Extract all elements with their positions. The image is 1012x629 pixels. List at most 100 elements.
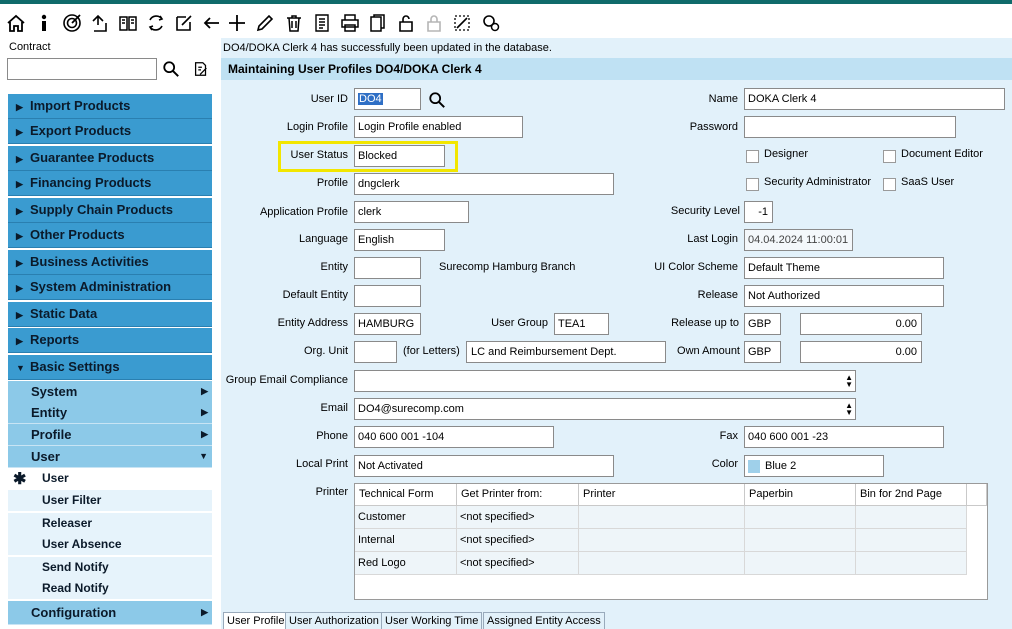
menu-supply-chain-products[interactable]: ▶ Supply Chain Products bbox=[8, 198, 212, 223]
phone-field[interactable]: 040 600 001 -104 bbox=[354, 426, 554, 448]
user-id-field[interactable]: DO4 bbox=[354, 88, 421, 110]
scroll-arrows-icon[interactable]: ▲ ▼ bbox=[845, 402, 853, 417]
saas-user-checkbox[interactable] bbox=[883, 178, 896, 191]
home-icon[interactable] bbox=[5, 12, 27, 34]
add-icon[interactable] bbox=[226, 12, 248, 34]
edit-note-icon[interactable] bbox=[173, 12, 195, 34]
leaf-user-absence[interactable]: User Absence bbox=[8, 534, 212, 556]
tab-user-working-time[interactable]: User Working Time bbox=[381, 612, 483, 629]
tab-user-profile[interactable]: User Profile bbox=[223, 612, 289, 629]
table-cell[interactable]: <not specified> bbox=[457, 552, 579, 575]
table-cell[interactable] bbox=[856, 506, 967, 529]
leaf-user-filter[interactable]: User Filter bbox=[8, 490, 212, 512]
column-header[interactable]: Printer bbox=[579, 484, 745, 506]
book-icon[interactable] bbox=[117, 12, 139, 34]
back-icon[interactable] bbox=[201, 12, 223, 34]
release-amount-field[interactable]: 0.00 bbox=[800, 313, 922, 335]
menu-static-data[interactable]: ▶ Static Data bbox=[8, 302, 212, 327]
submenu-entity[interactable]: Entity ▶ bbox=[8, 402, 212, 424]
org-unit-name-field[interactable]: LC and Reimbursement Dept. bbox=[466, 341, 666, 363]
table-cell[interactable]: Internal bbox=[355, 529, 457, 552]
menu-export-products[interactable]: ▶ Export Products bbox=[8, 119, 212, 144]
table-cell[interactable]: <not specified> bbox=[457, 506, 579, 529]
copy-icon[interactable] bbox=[367, 12, 389, 34]
fax-field[interactable]: 040 600 001 -23 bbox=[744, 426, 944, 448]
menu-basic-settings[interactable]: ▼ Basic Settings bbox=[8, 355, 212, 380]
user-status-field[interactable]: Blocked bbox=[354, 145, 445, 167]
info-icon[interactable] bbox=[33, 12, 55, 34]
user-group-field[interactable]: TEA1 bbox=[554, 313, 609, 335]
lock-icon[interactable] bbox=[395, 12, 417, 34]
table-cell[interactable] bbox=[745, 506, 856, 529]
menu-other-products[interactable]: ▶ Other Products bbox=[8, 223, 212, 248]
print-icon[interactable] bbox=[339, 12, 361, 34]
refresh-cycle-icon[interactable] bbox=[145, 12, 167, 34]
form-icon[interactable] bbox=[311, 12, 333, 34]
table-cell[interactable] bbox=[579, 506, 745, 529]
table-cell[interactable] bbox=[579, 529, 745, 552]
leaf-read-notify[interactable]: Read Notify bbox=[8, 578, 212, 600]
search-icon[interactable] bbox=[161, 59, 181, 79]
table-cell[interactable] bbox=[856, 552, 967, 575]
upload-icon[interactable] bbox=[89, 12, 111, 34]
pencil-icon[interactable] bbox=[254, 12, 276, 34]
document-editor-checkbox[interactable] bbox=[883, 150, 896, 163]
group-email-field[interactable]: ▲ ▼ bbox=[354, 370, 856, 392]
app-profile-field[interactable]: clerk bbox=[354, 201, 469, 223]
table-cell[interactable] bbox=[745, 552, 856, 575]
table-cell[interactable] bbox=[856, 529, 967, 552]
entity-address-field[interactable]: HAMBURG bbox=[354, 313, 421, 335]
column-header[interactable]: Bin for 2nd Page bbox=[856, 484, 967, 506]
ui-color-field[interactable]: Default Theme bbox=[744, 257, 944, 279]
table-cell[interactable]: <not specified> bbox=[457, 529, 579, 552]
tab-assigned-entity-access[interactable]: Assigned Entity Access bbox=[483, 612, 605, 629]
release-field[interactable]: Not Authorized bbox=[744, 285, 944, 307]
search-icon[interactable] bbox=[427, 90, 447, 110]
profile-field[interactable]: dngclerk bbox=[354, 173, 614, 195]
name-field[interactable]: DOKA Clerk 4 bbox=[744, 88, 1005, 110]
column-header[interactable]: Technical Form bbox=[355, 484, 457, 506]
submenu-profile[interactable]: Profile ▶ bbox=[8, 424, 212, 446]
own-amount-field[interactable]: 0.00 bbox=[800, 341, 922, 363]
submenu-configuration[interactable]: Configuration ▶ bbox=[8, 601, 212, 625]
menu-financing-products[interactable]: ▶ Financing Products bbox=[8, 171, 212, 196]
menu-system-administration[interactable]: ▶ System Administration bbox=[8, 275, 212, 300]
leaf-user[interactable]: ✱ User bbox=[8, 468, 212, 490]
column-header[interactable]: Paperbin bbox=[745, 484, 856, 506]
edit-list-icon[interactable] bbox=[191, 59, 211, 79]
contract-input[interactable] bbox=[7, 58, 157, 80]
entity-field[interactable] bbox=[354, 257, 421, 279]
security-level-field[interactable]: -1 bbox=[744, 201, 773, 223]
org-unit-field[interactable] bbox=[354, 341, 397, 363]
security-admin-checkbox[interactable] bbox=[746, 178, 759, 191]
email-field[interactable]: DO4@surecomp.com ▲ ▼ bbox=[354, 398, 856, 420]
tab-user-authorization[interactable]: User Authorization bbox=[285, 612, 383, 629]
color-field[interactable]: Blue 2 bbox=[744, 455, 884, 477]
leaf-releaser[interactable]: Releaser bbox=[8, 513, 212, 535]
target-icon[interactable] bbox=[61, 12, 83, 34]
password-field[interactable] bbox=[744, 116, 956, 138]
own-currency-field[interactable]: GBP bbox=[744, 341, 781, 363]
login-profile-field[interactable]: Login Profile enabled bbox=[354, 116, 523, 138]
edit-dotted-icon[interactable] bbox=[451, 12, 473, 34]
menu-guarantee-products[interactable]: ▶ Guarantee Products bbox=[8, 146, 212, 171]
leaf-send-notify[interactable]: Send Notify bbox=[8, 557, 212, 579]
submenu-system[interactable]: System ▶ bbox=[8, 381, 212, 403]
menu-business-activities[interactable]: ▶ Business Activities bbox=[8, 250, 212, 275]
table-cell[interactable] bbox=[579, 552, 745, 575]
trash-icon[interactable] bbox=[283, 12, 305, 34]
menu-import-products[interactable]: ▶ Import Products bbox=[8, 94, 212, 119]
menu-reports[interactable]: ▶ Reports bbox=[8, 328, 212, 353]
release-currency-field[interactable]: GBP bbox=[744, 313, 781, 335]
designer-checkbox[interactable] bbox=[746, 150, 759, 163]
default-entity-field[interactable] bbox=[354, 285, 421, 307]
language-field[interactable]: English bbox=[354, 229, 445, 251]
local-print-field[interactable]: Not Activated bbox=[354, 455, 614, 477]
column-header[interactable]: Get Printer from: bbox=[457, 484, 579, 506]
settings-search-icon[interactable] bbox=[480, 12, 502, 34]
table-cell[interactable]: Red Logo bbox=[355, 552, 457, 575]
submenu-user[interactable]: User ▼ bbox=[8, 446, 212, 468]
table-cell[interactable] bbox=[745, 529, 856, 552]
scroll-arrows-icon[interactable]: ▲ ▼ bbox=[845, 374, 853, 389]
table-cell[interactable]: Customer bbox=[355, 506, 457, 529]
